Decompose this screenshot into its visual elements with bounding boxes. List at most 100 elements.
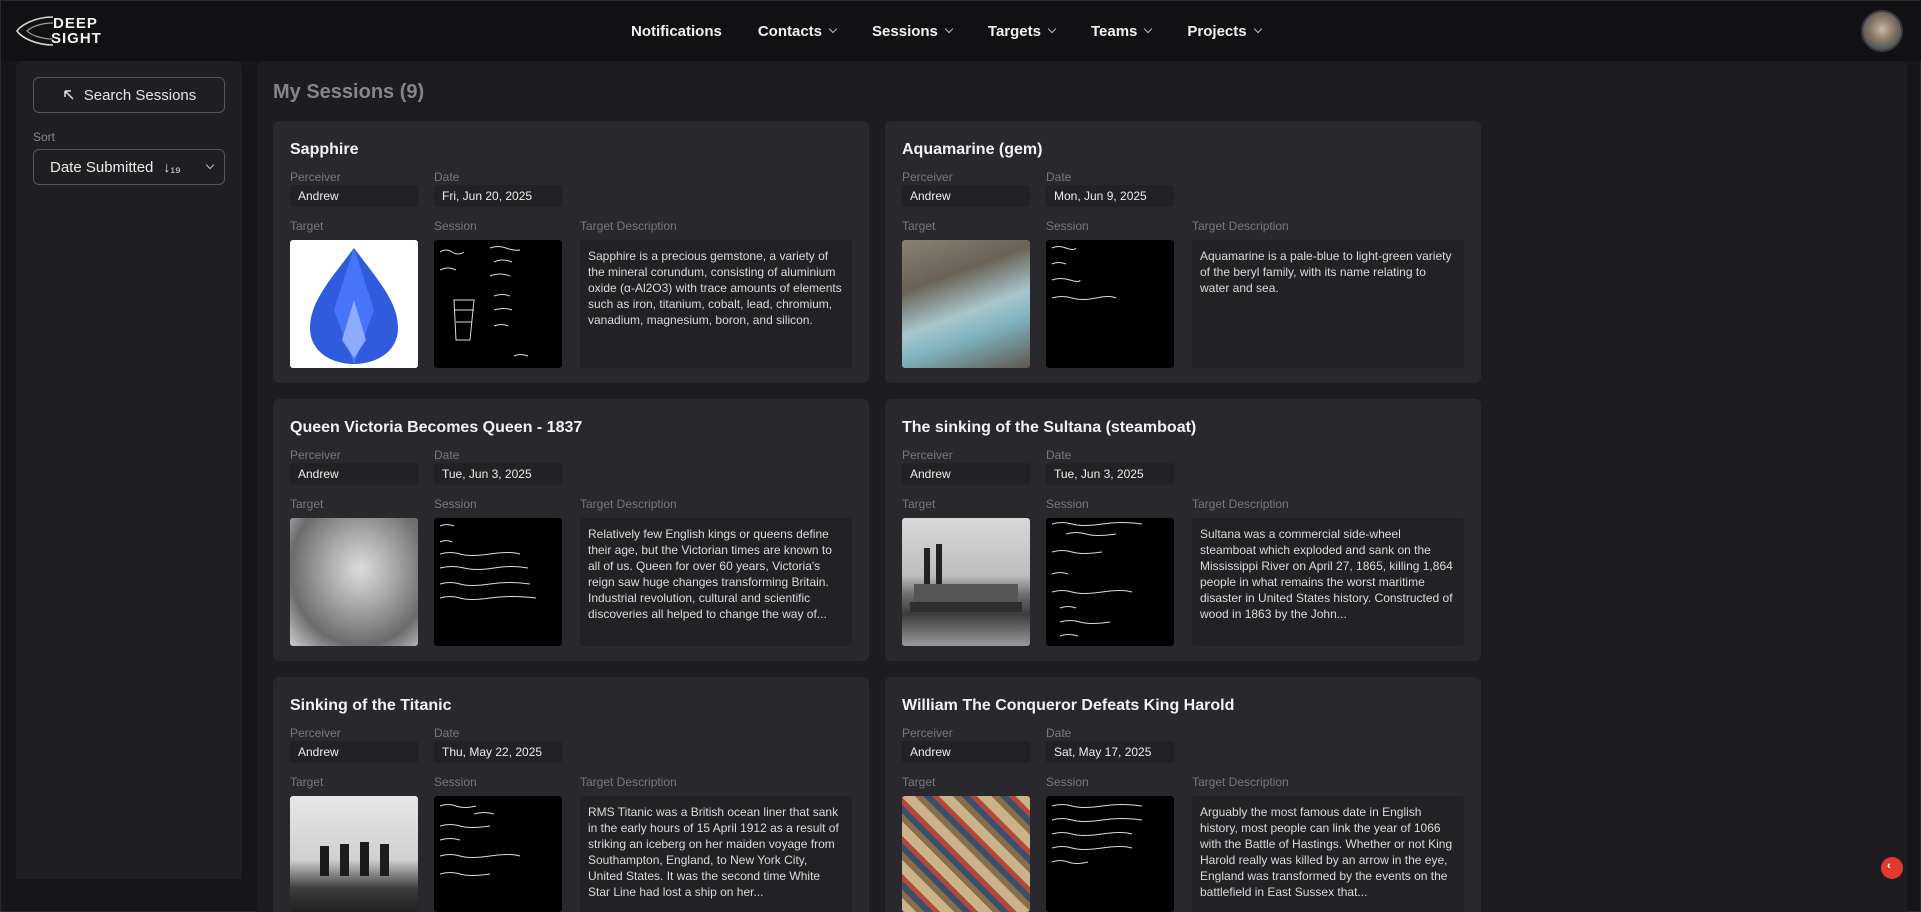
session-label: Session — [434, 775, 477, 789]
chevron-down-icon — [828, 24, 838, 34]
target-label: Target — [290, 219, 324, 233]
chat-arrow-icon: ‹ — [1887, 860, 1891, 872]
page-title: My Sessions (9) — [273, 81, 425, 103]
perceiver-value: Andrew — [290, 463, 418, 485]
logo-text-line2: SIGHT — [51, 30, 102, 47]
target-image[interactable] — [290, 518, 418, 646]
date-label: Date — [1046, 170, 1072, 184]
chevron-down-icon — [205, 160, 214, 170]
date-value: Tue, Jun 3, 2025 — [434, 463, 562, 485]
session-title: Sinking of the Titanic — [290, 697, 452, 714]
session-title: William The Conqueror Defeats King Harol… — [902, 697, 1235, 714]
sketch-drawing-icon — [439, 246, 529, 357]
session-label: Session — [1046, 775, 1089, 789]
session-card[interactable]: William The Conqueror Defeats King Harol… — [885, 677, 1481, 912]
session-sketch-image[interactable] — [434, 518, 562, 646]
date-label: Date — [1046, 726, 1072, 740]
perceiver-label: Perceiver — [902, 726, 953, 740]
sort-select[interactable]: Date Submitted ↓₁₉ — [33, 149, 225, 185]
arrow-up-left-icon — [63, 90, 74, 100]
session-title: Aquamarine (gem) — [902, 141, 1043, 158]
session-card[interactable]: The sinking of the Sultana (steamboat) P… — [885, 399, 1481, 661]
target-description: Sultana was a commercial side-wheel stea… — [1192, 518, 1464, 646]
session-sketch-image[interactable] — [1046, 518, 1174, 646]
session-card[interactable]: Aquamarine (gem) Perceiver Date Andrew M… — [885, 121, 1481, 383]
date-value: Tue, Jun 3, 2025 — [1046, 463, 1174, 485]
nav-projects[interactable]: Projects — [1187, 22, 1262, 40]
sort-select-value: Date Submitted — [50, 158, 154, 176]
target-image[interactable] — [902, 240, 1030, 368]
session-sketch-image[interactable] — [1046, 240, 1174, 368]
target-description: Aquamarine is a pale-blue to light-green… — [1192, 240, 1464, 368]
chat-widget-button[interactable]: ‹ — [1881, 857, 1903, 879]
nav-teams-label: Teams — [1090, 22, 1138, 40]
target-description: Arguably the most famous date in English… — [1192, 796, 1464, 912]
sort-label: Sort — [33, 130, 56, 144]
user-avatar[interactable] — [1861, 10, 1903, 52]
steamboat-icon — [910, 544, 1022, 612]
target-label: Target — [290, 497, 324, 511]
session-label: Session — [1046, 219, 1089, 233]
description-label: Target Description — [1192, 775, 1289, 789]
nav-notifications-label: Notifications — [631, 22, 722, 40]
target-image[interactable] — [290, 796, 418, 912]
deep-sight-logo[interactable]: DEEP SIGHT — [15, 13, 125, 49]
description-label: Target Description — [580, 775, 677, 789]
perceiver-label: Perceiver — [290, 726, 341, 740]
target-description: Relatively few English kings or queens d… — [580, 518, 852, 646]
session-sketch-image[interactable] — [1046, 796, 1174, 912]
perceiver-label: Perceiver — [290, 448, 341, 462]
session-title: Sapphire — [290, 141, 359, 158]
date-value: Fri, Jun 20, 2025 — [434, 185, 562, 207]
session-card[interactable]: Sapphire Perceiver Date Andrew Fri, Jun … — [273, 121, 869, 383]
target-label: Target — [902, 219, 936, 233]
chevron-down-icon — [1253, 24, 1262, 34]
sketch-drawing-icon — [1051, 522, 1143, 637]
logo-eye-icon — [16, 16, 54, 46]
search-sessions-button[interactable]: Search Sessions — [33, 77, 225, 113]
main-nav: Notifications Contacts Sessions Targets … — [631, 1, 1297, 61]
perceiver-value: Andrew — [902, 185, 1030, 207]
perceiver-value: Andrew — [902, 741, 1030, 763]
target-description: RMS Titanic was a British ocean liner th… — [580, 796, 852, 912]
chevron-down-icon — [944, 24, 954, 34]
sapphire-gem-icon — [310, 248, 398, 364]
perceiver-label: Perceiver — [902, 448, 953, 462]
session-label: Session — [434, 219, 477, 233]
date-value: Thu, May 22, 2025 — [434, 741, 562, 763]
session-sketch-image[interactable] — [434, 240, 562, 368]
session-card[interactable]: Queen Victoria Becomes Queen - 1837 Perc… — [273, 399, 869, 661]
chevron-down-icon — [1144, 24, 1153, 34]
nav-projects-label: Projects — [1187, 22, 1247, 40]
description-label: Target Description — [1192, 497, 1289, 511]
session-title: Queen Victoria Becomes Queen - 1837 — [290, 419, 583, 436]
session-title: The sinking of the Sultana (steamboat) — [902, 419, 1197, 436]
sketch-drawing-icon — [1051, 246, 1117, 300]
session-sketch-image[interactable] — [434, 796, 562, 912]
target-image[interactable] — [290, 240, 418, 368]
top-navbar: DEEP SIGHT Notifications Contacts Sessio… — [1, 1, 1921, 61]
session-label: Session — [434, 497, 477, 511]
sketch-drawing-icon — [439, 524, 537, 600]
date-label: Date — [434, 726, 460, 740]
nav-teams[interactable]: Teams — [1090, 22, 1153, 40]
description-label: Target Description — [580, 497, 677, 511]
nav-contacts-label: Contacts — [757, 22, 823, 40]
app-window: DEEP SIGHT Notifications Contacts Sessio… — [0, 0, 1921, 912]
target-image[interactable] — [902, 518, 1030, 646]
sketch-drawing-icon — [439, 804, 521, 876]
search-sessions-label: Search Sessions — [83, 86, 197, 104]
nav-targets[interactable]: Targets — [988, 23, 1057, 40]
date-label: Date — [434, 170, 460, 184]
perceiver-label: Perceiver — [290, 170, 341, 184]
nav-sessions-label: Sessions — [872, 22, 938, 40]
nav-contacts[interactable]: Contacts — [757, 22, 838, 40]
date-label: Date — [1046, 448, 1072, 462]
target-label: Target — [902, 775, 936, 789]
target-image[interactable] — [902, 796, 1030, 912]
nav-notifications[interactable]: Notifications — [631, 23, 722, 40]
perceiver-label: Perceiver — [902, 170, 953, 184]
session-card[interactable]: Sinking of the Titanic Perceiver Date An… — [273, 677, 869, 912]
perceiver-value: Andrew — [290, 185, 418, 207]
nav-sessions[interactable]: Sessions — [872, 22, 954, 40]
